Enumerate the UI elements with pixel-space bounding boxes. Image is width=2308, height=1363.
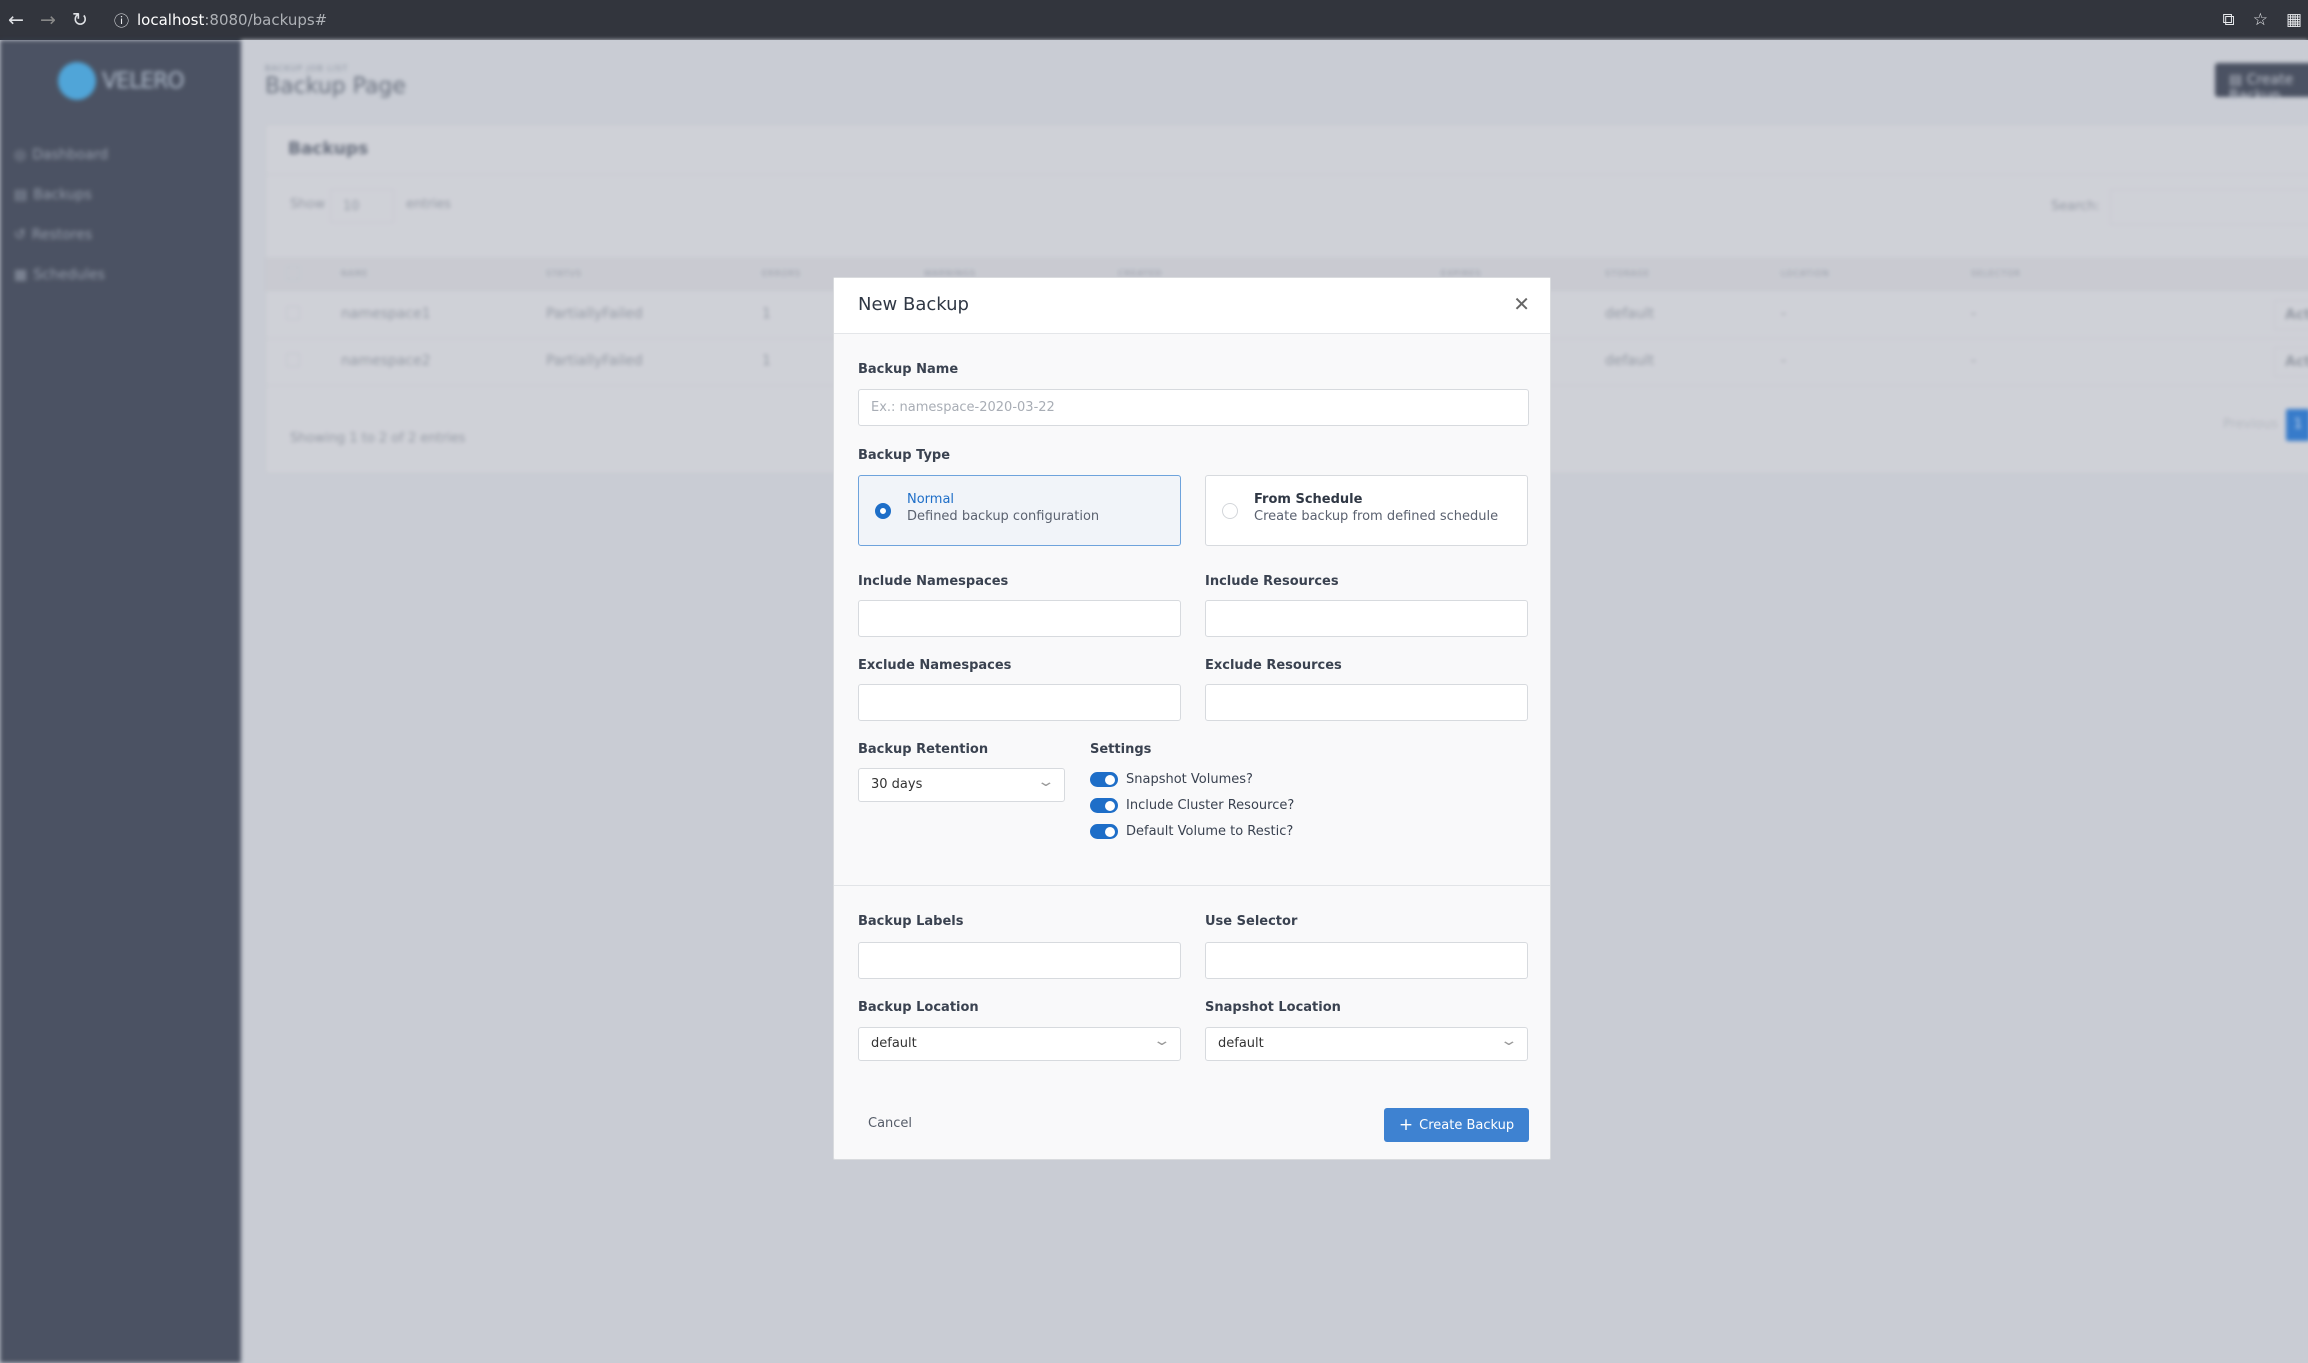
retention-value: 30 days (871, 777, 923, 792)
info-icon: ⓘ (114, 11, 130, 30)
back-icon[interactable]: ← (0, 9, 32, 31)
url-path: :8080/backups# (204, 11, 328, 29)
backup-name-label: Backup Name (858, 362, 959, 377)
toggle-label: Default Volume to Restic? (1126, 824, 1294, 839)
create-backup-button[interactable]: + Create Backup (1384, 1108, 1529, 1142)
apps-grid-icon[interactable]: ▦ (2286, 10, 2302, 30)
snapshot-location-select[interactable]: default ⌄ (1205, 1027, 1528, 1061)
browser-toolbar: ← → ↻ ⓘ localhost:8080/backups# ⧉ ☆ ▦ (0, 0, 2308, 40)
include-resources-input[interactable] (1205, 600, 1528, 637)
include-resources-label: Include Resources (1205, 574, 1339, 589)
option-desc: Create backup from defined schedule (1254, 509, 1499, 524)
backup-type-label: Backup Type (858, 448, 951, 463)
modal-header: New Backup ✕ (834, 278, 1550, 334)
option-title: From Schedule (1254, 492, 1363, 507)
forward-icon[interactable]: → (32, 9, 64, 31)
toggle-switch[interactable] (1090, 824, 1118, 839)
option-title: Normal (907, 492, 955, 507)
default-volume-restic-toggle[interactable]: Default Volume to Restic? (1090, 824, 1293, 839)
toggle-switch[interactable] (1090, 798, 1118, 813)
create-backup-label: Create Backup (1419, 1117, 1515, 1133)
backup-location-label: Backup Location (858, 1000, 979, 1015)
exclude-resources-label: Exclude Resources (1205, 658, 1342, 673)
exclude-namespaces-label: Exclude Namespaces (858, 658, 1012, 673)
settings-label: Settings (1090, 742, 1152, 757)
backup-type-normal-option[interactable]: Normal Defined backup configuration (858, 475, 1181, 546)
option-desc: Defined backup configuration (907, 509, 1100, 524)
toggle-switch[interactable] (1090, 772, 1118, 787)
new-backup-modal: New Backup ✕ Backup Name Backup Type Nor… (833, 277, 1551, 1160)
retention-select[interactable]: 30 days ⌄ (858, 768, 1065, 802)
radio-checked[interactable] (875, 503, 891, 519)
include-namespaces-input[interactable] (858, 600, 1181, 637)
snapshot-location-label: Snapshot Location (1205, 1000, 1341, 1015)
backup-location-select[interactable]: default ⌄ (858, 1027, 1181, 1061)
chevron-down-icon: ⌄ (1499, 1033, 1519, 1049)
reload-icon[interactable]: ↻ (64, 9, 96, 31)
bookmark-star-icon[interactable]: ☆ (2253, 10, 2268, 30)
chevron-down-icon: ⌄ (1036, 774, 1056, 790)
include-cluster-resource-toggle[interactable]: Include Cluster Resource? (1090, 798, 1294, 813)
exclude-namespaces-input[interactable] (858, 684, 1181, 721)
backup-type-schedule-option[interactable]: From Schedule Create backup from defined… (1205, 475, 1528, 546)
use-selector-label: Use Selector (1205, 914, 1298, 929)
backup-name-input[interactable] (858, 389, 1529, 426)
modal-title: New Backup (858, 294, 969, 315)
include-namespaces-label: Include Namespaces (858, 574, 1009, 589)
snapshot-volumes-toggle[interactable]: Snapshot Volumes? (1090, 772, 1253, 787)
chevron-down-icon: ⌄ (1152, 1033, 1172, 1049)
retention-label: Backup Retention (858, 742, 989, 757)
plus-icon: + (1398, 1115, 1414, 1135)
divider (834, 885, 1550, 886)
toggle-label: Snapshot Volumes? (1126, 772, 1253, 787)
radio-unchecked[interactable] (1222, 503, 1238, 519)
cancel-button[interactable]: Cancel (860, 1108, 920, 1139)
use-selector-input[interactable] (1205, 942, 1528, 979)
backup-location-value: default (871, 1036, 917, 1051)
backup-labels-label: Backup Labels (858, 914, 964, 929)
exclude-resources-input[interactable] (1205, 684, 1528, 721)
url-host: localhost (137, 11, 205, 29)
backup-labels-input[interactable] (858, 942, 1181, 979)
snapshot-location-value: default (1218, 1036, 1264, 1051)
address-bar[interactable]: ⓘ localhost:8080/backups# (114, 10, 327, 31)
toggle-label: Include Cluster Resource? (1126, 798, 1295, 813)
close-icon[interactable]: ✕ (1513, 292, 1530, 316)
translate-icon[interactable]: ⧉ (2223, 10, 2235, 30)
